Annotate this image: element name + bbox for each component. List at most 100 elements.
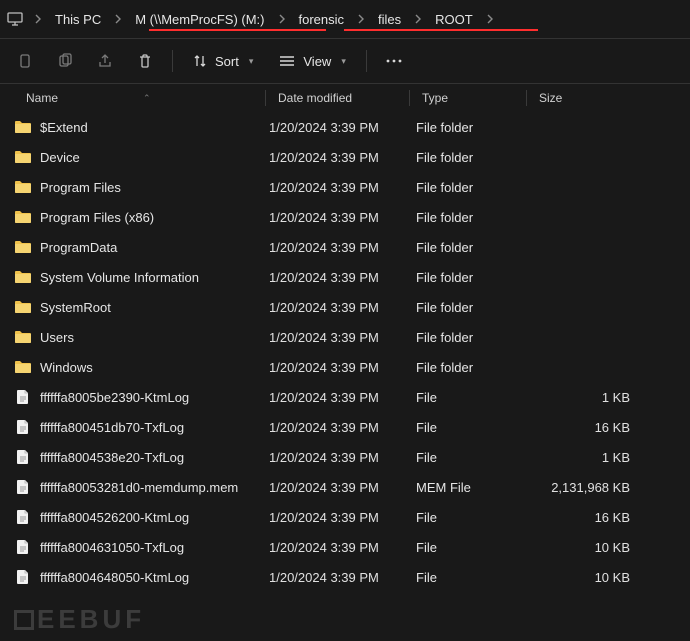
file-icon	[14, 508, 32, 526]
breadcrumb-item[interactable]: M (\\MemProcFS) (M:)	[132, 10, 267, 29]
file-name: SystemRoot	[40, 300, 111, 315]
table-row[interactable]: System Volume Information1/20/2024 3:39 …	[0, 262, 690, 292]
file-date: 1/20/2024 3:39 PM	[265, 240, 410, 255]
cut-button[interactable]	[8, 45, 42, 77]
column-header-type[interactable]: Type	[410, 84, 526, 112]
file-type: File folder	[410, 150, 528, 165]
chevron-right-icon[interactable]	[28, 9, 48, 29]
file-type: File	[410, 420, 528, 435]
view-label: View	[303, 54, 331, 69]
table-row[interactable]: SystemRoot1/20/2024 3:39 PMFile folder	[0, 292, 690, 322]
file-date: 1/20/2024 3:39 PM	[265, 480, 410, 495]
file-icon	[14, 538, 32, 556]
file-size: 10 KB	[528, 570, 648, 585]
toolbar: Sort ▾ View ▾	[0, 38, 690, 84]
file-type: File folder	[410, 330, 528, 345]
file-type: File	[410, 450, 528, 465]
file-type: File	[410, 540, 528, 555]
folder-icon	[14, 178, 32, 196]
file-name: Device	[40, 150, 80, 165]
breadcrumb-item[interactable]: forensic	[296, 10, 348, 29]
file-type: File	[410, 390, 528, 405]
file-name: Program Files	[40, 180, 121, 195]
file-type: File folder	[410, 270, 528, 285]
folder-icon	[14, 328, 32, 346]
chevron-right-icon[interactable]	[272, 9, 292, 29]
column-header-row: Name ⌃ Date modified Type Size	[0, 84, 690, 112]
file-name: ProgramData	[40, 240, 117, 255]
toolbar-separator	[366, 50, 367, 72]
file-date: 1/20/2024 3:39 PM	[265, 150, 410, 165]
folder-icon	[14, 118, 32, 136]
file-icon	[14, 418, 32, 436]
file-name: $Extend	[40, 120, 88, 135]
file-type: File folder	[410, 210, 528, 225]
file-name: System Volume Information	[40, 270, 199, 285]
file-list: $Extend1/20/2024 3:39 PMFile folderDevic…	[0, 112, 690, 592]
file-date: 1/20/2024 3:39 PM	[265, 420, 410, 435]
file-name: ffffffa8004631050-TxfLog	[40, 540, 184, 555]
breadcrumb-item[interactable]: files	[375, 10, 404, 29]
table-row[interactable]: Windows 1/20/2024 3:39 PMFile folder	[0, 352, 690, 382]
sort-label: Sort	[215, 54, 239, 69]
chevron-right-icon[interactable]	[108, 9, 128, 29]
breadcrumb: This PC M (\\MemProcFS) (M:) forensic fi…	[0, 0, 690, 38]
table-row[interactable]: Program Files (x86)1/20/2024 3:39 PMFile…	[0, 202, 690, 232]
file-name: ffffffa80053281d0-memdump.mem	[40, 480, 238, 495]
file-size: 1 KB	[528, 390, 648, 405]
file-size: 16 KB	[528, 420, 648, 435]
table-row[interactable]: ffffffa8004526200-KtmLog1/20/2024 3:39 P…	[0, 502, 690, 532]
file-date: 1/20/2024 3:39 PM	[265, 450, 410, 465]
table-row[interactable]: ffffffa800451db70-TxfLog1/20/2024 3:39 P…	[0, 412, 690, 442]
file-name: Windows	[40, 360, 93, 375]
table-row[interactable]: Program Files1/20/2024 3:39 PMFile folde…	[0, 172, 690, 202]
column-header-size[interactable]: Size	[527, 84, 645, 112]
file-date: 1/20/2024 3:39 PM	[265, 540, 410, 555]
table-row[interactable]: ProgramData1/20/2024 3:39 PMFile folder	[0, 232, 690, 262]
table-row[interactable]: ffffffa8004648050-KtmLog1/20/2024 3:39 P…	[0, 562, 690, 592]
delete-button[interactable]	[128, 45, 162, 77]
share-button[interactable]	[88, 45, 122, 77]
table-row[interactable]: ffffffa8005be2390-KtmLog1/20/2024 3:39 P…	[0, 382, 690, 412]
breadcrumb-item[interactable]: This PC	[52, 10, 104, 29]
table-row[interactable]: ffffffa8004538e20-TxfLog 1/20/2024 3:39 P…	[0, 442, 690, 472]
table-row[interactable]: Device 1/20/2024 3:39 PMFile folder	[0, 142, 690, 172]
copy-button[interactable]	[48, 45, 82, 77]
file-icon	[14, 388, 32, 406]
sort-indicator-icon: ⌃	[143, 93, 151, 104]
watermark: EEBUF	[14, 604, 145, 635]
monitor-icon[interactable]	[6, 10, 24, 28]
column-header-date[interactable]: Date modified	[266, 84, 409, 112]
chevron-right-icon[interactable]	[408, 9, 428, 29]
view-icon	[279, 55, 295, 67]
file-date: 1/20/2024 3:39 PM	[265, 210, 410, 225]
folder-icon	[14, 268, 32, 286]
file-size: 2,131,968 KB	[528, 480, 648, 495]
highlight-underline	[344, 29, 538, 31]
more-button[interactable]	[377, 45, 411, 77]
table-row[interactable]: Users1/20/2024 3:39 PMFile folder	[0, 322, 690, 352]
file-name: ffffffa8004538e20-TxfLog	[40, 450, 184, 465]
table-row[interactable]: ffffffa8004631050-TxfLog 1/20/2024 3:39 P…	[0, 532, 690, 562]
file-name: Users	[40, 330, 74, 345]
table-row[interactable]: $Extend1/20/2024 3:39 PMFile folder	[0, 112, 690, 142]
file-type: File folder	[410, 360, 528, 375]
file-type: File	[410, 570, 528, 585]
folder-icon	[14, 298, 32, 316]
chevron-right-icon[interactable]	[480, 9, 500, 29]
breadcrumb-item[interactable]: ROOT	[432, 10, 476, 29]
folder-icon	[14, 238, 32, 256]
folder-icon	[14, 148, 32, 166]
file-name: ffffffa8005be2390-KtmLog	[40, 390, 189, 405]
file-size: 1 KB	[528, 450, 648, 465]
file-date: 1/20/2024 3:39 PM	[265, 360, 410, 375]
file-date: 1/20/2024 3:39 PM	[265, 180, 410, 195]
sort-button[interactable]: Sort ▾	[183, 45, 263, 77]
column-header-name[interactable]: Name ⌃	[0, 84, 265, 112]
view-button[interactable]: View ▾	[269, 45, 355, 77]
sort-icon	[193, 54, 207, 68]
chevron-right-icon[interactable]	[351, 9, 371, 29]
table-row[interactable]: ffffffa80053281d0-memdump.mem 1/20/2024 3…	[0, 472, 690, 502]
toolbar-separator	[172, 50, 173, 72]
watermark-logo-icon	[14, 610, 34, 630]
